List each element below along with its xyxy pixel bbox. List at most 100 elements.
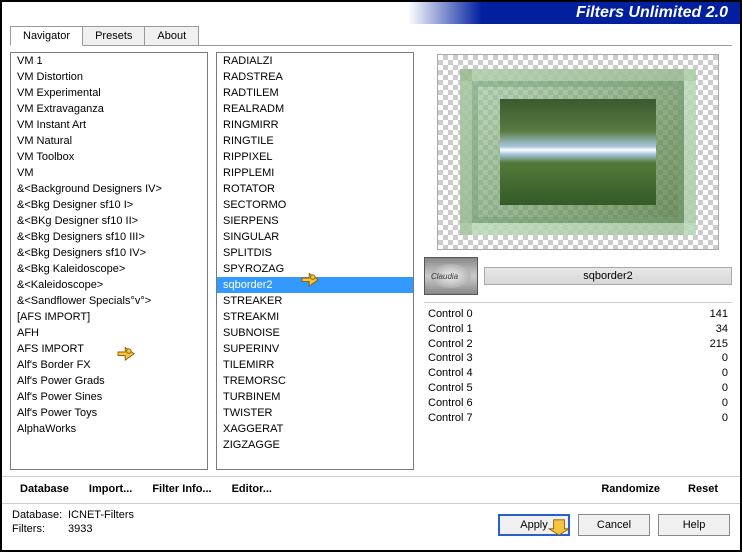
list-item[interactable]: &<Sandflower Specials°v°>	[11, 293, 207, 309]
control-label: Control 7	[428, 411, 473, 426]
filters-list[interactable]: RADIALZIRADSTREARADTILEMREALRADMRINGMIRR…	[216, 52, 414, 470]
randomize-button[interactable]: Randomize	[587, 479, 674, 499]
database-button[interactable]: Database	[10, 479, 79, 499]
control-label: Control 4	[428, 366, 473, 381]
control-row[interactable]: Control 30	[424, 351, 732, 366]
main: VM 1VM DistortionVM ExperimentalVM Extra…	[2, 46, 740, 474]
list-item[interactable]: &<Background Designers IV>	[11, 181, 207, 197]
list-item[interactable]: STREAKER	[217, 293, 413, 309]
list-item[interactable]: TILEMIRR	[217, 357, 413, 373]
list-item[interactable]: REALRADM	[217, 101, 413, 117]
selected-filter-name: sqborder2	[484, 267, 732, 285]
control-row[interactable]: Control 7 0	[424, 411, 732, 426]
list-item[interactable]: Alf's Power Sines	[11, 389, 207, 405]
control-value: 215	[710, 337, 728, 352]
list-item[interactable]: [AFS IMPORT]	[11, 309, 207, 325]
list-item[interactable]: RIPPLEMI	[217, 165, 413, 181]
control-row[interactable]: Control 2 215	[424, 337, 732, 352]
divider	[424, 302, 732, 303]
list-item[interactable]: RIPPIXEL	[217, 149, 413, 165]
list-item[interactable]: TURBINEM	[217, 389, 413, 405]
list-item[interactable]: SPYROZAG	[217, 261, 413, 277]
list-item[interactable]: &<Kaleidoscope>	[11, 277, 207, 293]
list-item[interactable]: VM Natural	[11, 133, 207, 149]
db-label: Database:	[12, 508, 68, 522]
list-item[interactable]: &<Bkg Designers sf10 III>	[11, 229, 207, 245]
control-value: 0	[722, 351, 728, 366]
list-item[interactable]: SUBNOISE	[217, 325, 413, 341]
list-item[interactable]: SUPERINV	[217, 341, 413, 357]
list-item[interactable]: Alf's Border FX	[11, 357, 207, 373]
list-item[interactable]: VM	[11, 165, 207, 181]
editor-button[interactable]: Editor...	[222, 479, 282, 499]
control-label: Control 0	[428, 307, 473, 322]
list-item[interactable]: ROTATOR	[217, 181, 413, 197]
list-item[interactable]: &<Bkg Kaleidoscope>	[11, 261, 207, 277]
cancel-button[interactable]: Cancel	[578, 514, 650, 536]
list-item[interactable]: VM Distortion	[11, 69, 207, 85]
filters-count-label: Filters:	[12, 522, 68, 536]
list-item[interactable]: AFS IMPORT	[11, 341, 207, 357]
help-button[interactable]: Help	[658, 514, 730, 536]
header: Filters Unlimited 2.0	[2, 2, 740, 24]
tab-presets[interactable]: Presets	[82, 26, 145, 45]
list-item[interactable]: SINGULAR	[217, 229, 413, 245]
list-item[interactable]: &<Bkg Designers sf10 IV>	[11, 245, 207, 261]
list-item[interactable]: RINGTILE	[217, 133, 413, 149]
list-item[interactable]: SECTORMO	[217, 197, 413, 213]
db-value: ICNET-Filters	[68, 509, 134, 521]
list-item[interactable]: STREAKMI	[217, 309, 413, 325]
preview-image	[437, 54, 719, 250]
list-item[interactable]: VM Toolbox	[11, 149, 207, 165]
list-item[interactable]: TREMORSC	[217, 373, 413, 389]
control-row[interactable]: Control 0 141	[424, 307, 732, 322]
toolbar: Database Import... Filter Info... Editor…	[2, 476, 740, 499]
categories-list[interactable]: VM 1VM DistortionVM ExperimentalVM Extra…	[10, 52, 208, 470]
control-row[interactable]: Control 4 0	[424, 366, 732, 381]
control-row[interactable]: Control 5 0	[424, 381, 732, 396]
list-item[interactable]: VM Instant Art	[11, 117, 207, 133]
list-item[interactable]: ZIGZAGGE	[217, 437, 413, 453]
control-label: Control 5	[428, 381, 473, 396]
filters-count-value: 3933	[68, 523, 92, 535]
right-panel: Claudia sqborder2 Control 0 141Control 13…	[424, 52, 732, 474]
list-item[interactable]: RADTILEM	[217, 85, 413, 101]
control-label: Control 2	[428, 337, 473, 352]
tab-navigator[interactable]: Navigator	[10, 26, 83, 46]
control-value: 34	[716, 322, 728, 337]
reset-button[interactable]: Reset	[674, 479, 732, 499]
list-item[interactable]: RADSTREA	[217, 69, 413, 85]
control-value: 0	[722, 366, 728, 381]
apply-button[interactable]: Apply	[498, 514, 570, 536]
list-item[interactable]: RINGMIRR	[217, 117, 413, 133]
list-item[interactable]: &<BKg Designer sf10 II>	[11, 213, 207, 229]
list-item[interactable]: VM 1	[11, 53, 207, 69]
list-item[interactable]: XAGGERAT	[217, 421, 413, 437]
control-row[interactable]: Control 60	[424, 396, 732, 411]
control-row[interactable]: Control 134	[424, 322, 732, 337]
selected-filter-row: Claudia sqborder2	[424, 256, 732, 296]
tabs: NavigatorPresetsAbout	[10, 26, 732, 46]
list-item[interactable]: Alf's Power Grads	[11, 373, 207, 389]
control-value: 141	[710, 307, 728, 322]
action-buttons: Apply Cancel Help	[498, 514, 730, 536]
list-item[interactable]: AlphaWorks	[11, 421, 207, 437]
list-item[interactable]: &<Bkg Designer sf10 I>	[11, 197, 207, 213]
info-left: Database:ICNET-Filters Filters:3933	[12, 508, 134, 536]
list-item[interactable]: sqborder2	[217, 277, 413, 293]
footer: Database:ICNET-Filters Filters:3933 Appl…	[2, 503, 740, 542]
tab-about[interactable]: About	[144, 26, 199, 45]
list-item[interactable]: VM Extravaganza	[11, 101, 207, 117]
filter-info-button[interactable]: Filter Info...	[142, 479, 221, 499]
list-item[interactable]: TWISTER	[217, 405, 413, 421]
list-item[interactable]: SPLITDIS	[217, 245, 413, 261]
control-value: 0	[722, 396, 728, 411]
list-item[interactable]: SIERPENS	[217, 213, 413, 229]
list-item[interactable]: Alf's Power Toys	[11, 405, 207, 421]
control-value: 0	[722, 411, 728, 426]
import-button[interactable]: Import...	[79, 479, 142, 499]
control-value: 0	[722, 381, 728, 396]
list-item[interactable]: VM Experimental	[11, 85, 207, 101]
list-item[interactable]: RADIALZI	[217, 53, 413, 69]
list-item[interactable]: AFH	[11, 325, 207, 341]
